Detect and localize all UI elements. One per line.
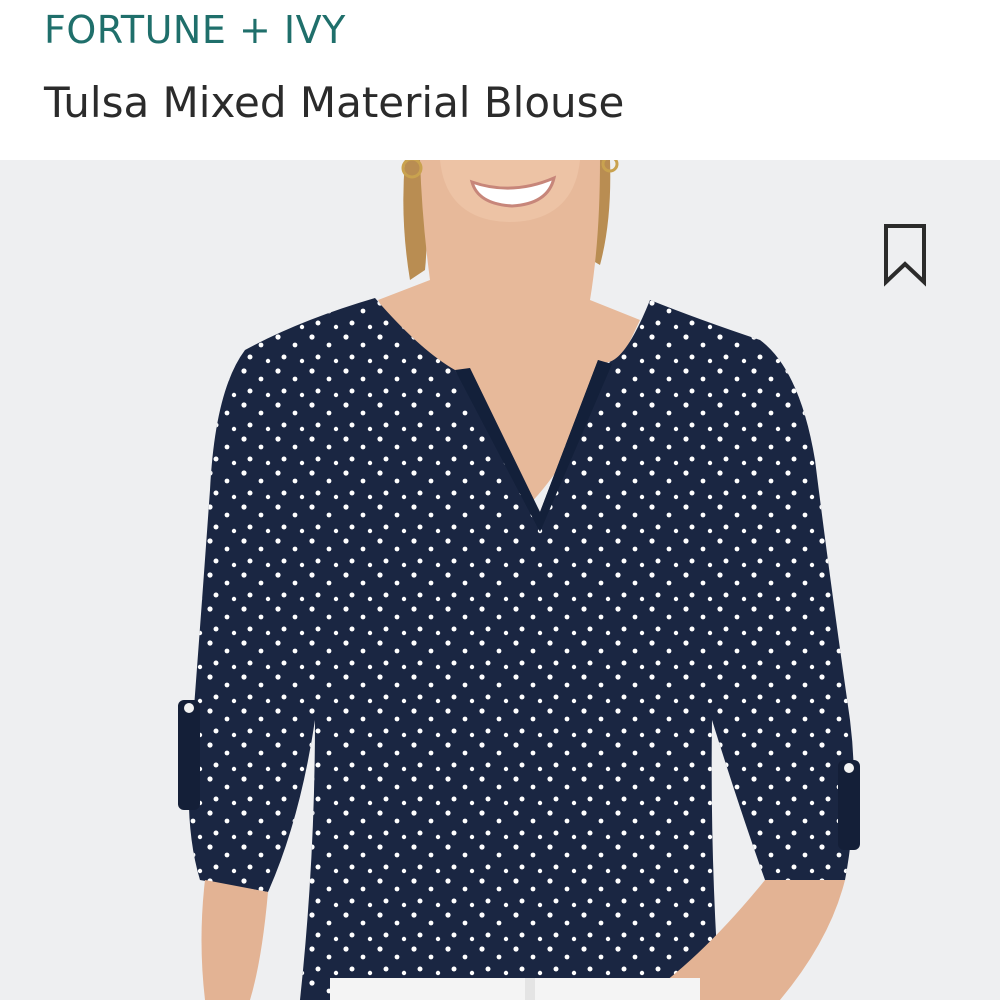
sleeve-button-right bbox=[844, 763, 854, 773]
product-photo[interactable] bbox=[0, 160, 1000, 1000]
bookmark-icon[interactable] bbox=[880, 222, 930, 288]
product-title: Tulsa Mixed Material Blouse bbox=[44, 78, 625, 127]
model-photo-illustration bbox=[178, 160, 860, 1000]
sleeve-button-left bbox=[184, 703, 194, 713]
belt-loop bbox=[525, 978, 535, 1000]
product-header: FORTUNE + IVY Tulsa Mixed Material Blous… bbox=[0, 0, 1000, 160]
sleeve-tab-right bbox=[838, 760, 860, 850]
sleeve-tab-left bbox=[178, 700, 200, 810]
jeans bbox=[330, 978, 700, 1000]
brand-name[interactable]: FORTUNE + IVY bbox=[44, 8, 346, 52]
product-page: FORTUNE + IVY Tulsa Mixed Material Blous… bbox=[0, 0, 1000, 1000]
left-forearm bbox=[201, 880, 268, 1000]
